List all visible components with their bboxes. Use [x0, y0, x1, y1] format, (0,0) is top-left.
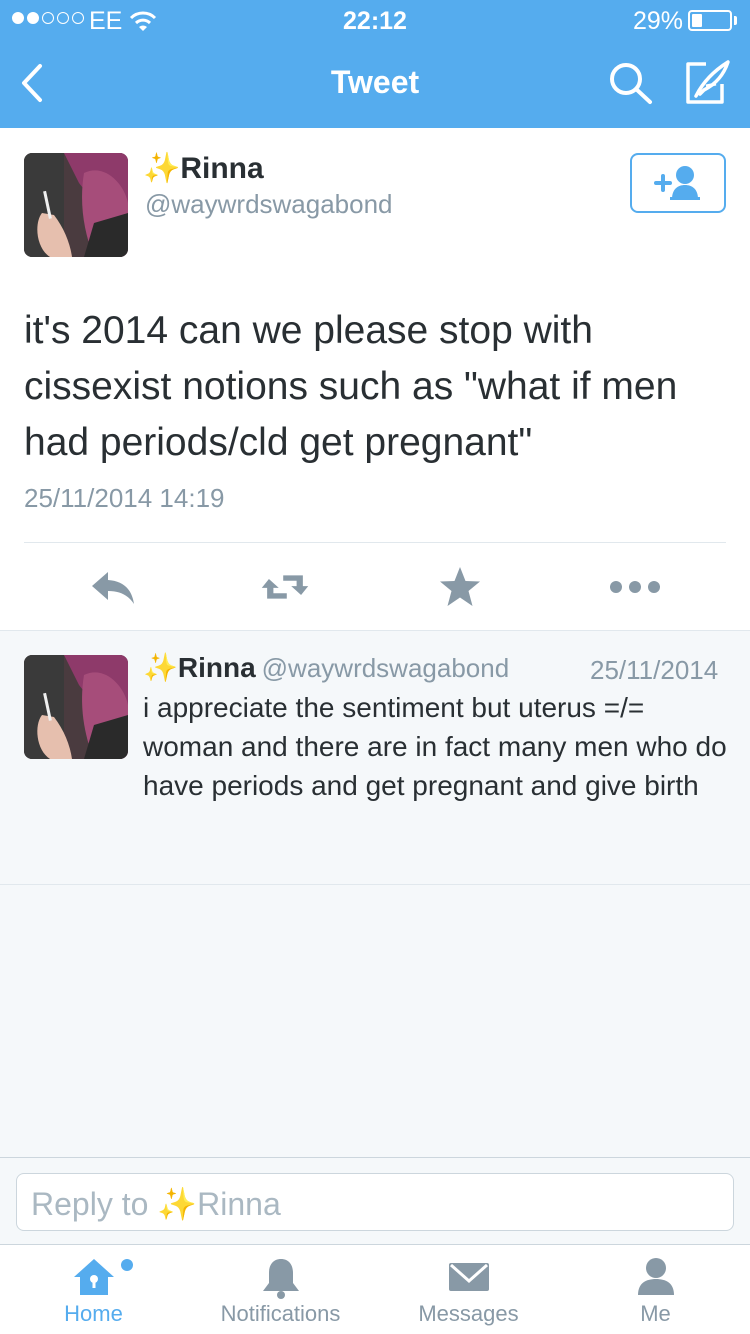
author-name[interactable]: ✨Rinna	[143, 151, 264, 186]
sparkles-emoji: ✨	[143, 652, 178, 683]
bell-icon	[262, 1259, 299, 1299]
status-bar: EE 22:12 29%	[0, 0, 750, 40]
tab-home[interactable]: Home	[0, 1245, 187, 1334]
reply-handle: @waywrdswagabond	[261, 653, 510, 683]
tab-messages[interactable]: Messages	[375, 1245, 562, 1334]
person-icon	[637, 1258, 674, 1295]
more-icon[interactable]	[608, 562, 662, 612]
reply-input[interactable]: Reply to ✨Rinna	[16, 1173, 734, 1231]
reply-author[interactable]: ✨Rinna @waywrdswagabond	[143, 651, 509, 684]
add-user-icon	[654, 166, 700, 200]
tab-me[interactable]: Me	[562, 1245, 749, 1334]
favorite-icon[interactable]	[435, 562, 485, 612]
divider	[24, 542, 726, 543]
sparkles-emoji: ✨	[157, 1186, 198, 1222]
new-content-dot	[121, 1259, 133, 1271]
battery-icon	[688, 10, 732, 31]
envelope-icon	[448, 1263, 489, 1291]
author-handle[interactable]: @waywrdswagabond	[145, 189, 393, 220]
retweet-icon[interactable]	[260, 562, 310, 612]
avatar[interactable]	[24, 153, 128, 257]
reply-text: i appreciate the sentiment but uterus =/…	[143, 692, 727, 801]
compose-icon[interactable]	[682, 58, 732, 108]
reply-item[interactable]: ✨Rinna @waywrdswagabond 25/11/2014 i appr…	[0, 631, 750, 885]
reply-bar: Reply to ✨Rinna	[0, 1157, 750, 1245]
reply-icon[interactable]	[88, 562, 138, 612]
tab-bar: Home Notifications Messages Me	[0, 1245, 750, 1334]
home-icon	[73, 1259, 114, 1295]
avatar[interactable]	[24, 655, 128, 759]
tweet-text: it's 2014 can we please stop with cissex…	[24, 309, 678, 464]
search-icon[interactable]	[606, 60, 656, 106]
battery-percent: 29%	[633, 7, 684, 35]
top-bar: EE 22:12 29% Tweet	[0, 0, 750, 128]
reply-date: 25/11/2014	[590, 655, 719, 685]
tweet-detail: ✨Rinna @waywrdswagabond it's 2014 can we…	[0, 128, 750, 631]
tweet-timestamp: 25/11/2014 14:19	[24, 483, 225, 513]
follow-button[interactable]	[630, 153, 726, 213]
sparkles-emoji: ✨	[143, 152, 181, 185]
tab-notifications[interactable]: Notifications	[187, 1245, 374, 1334]
